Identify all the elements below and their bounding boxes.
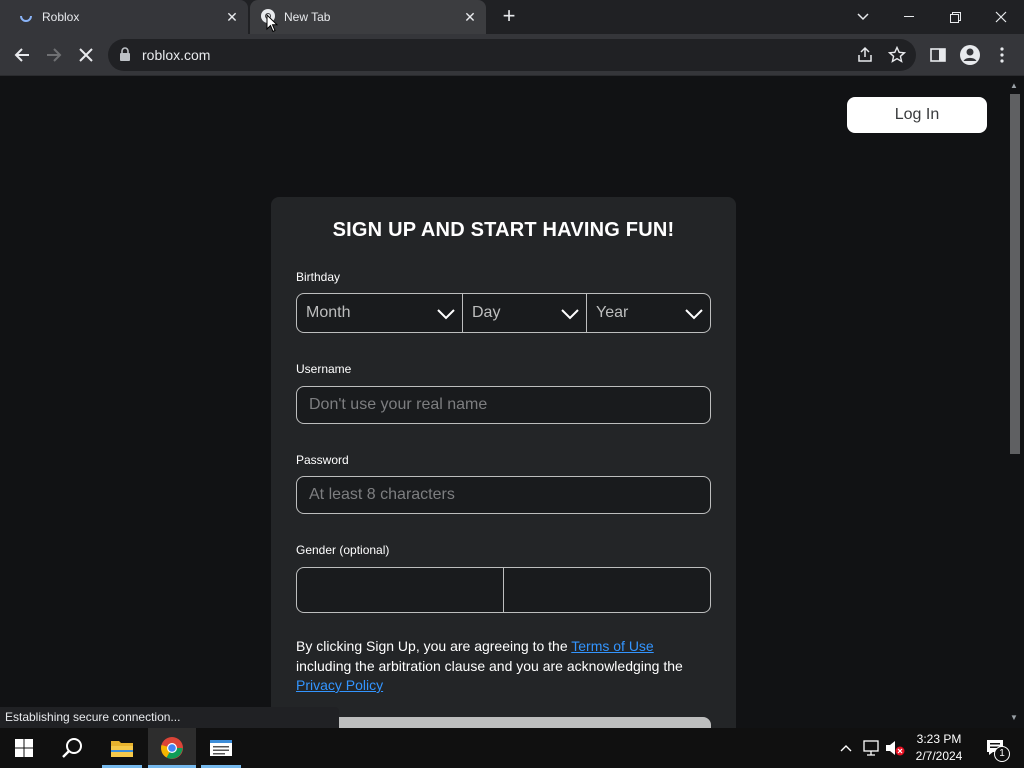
restore-button[interactable]: [932, 0, 978, 34]
signup-title: SIGN UP AND START HAVING FUN!: [332, 219, 675, 241]
legal-middle: including the arbitration clause and you…: [296, 657, 683, 674]
action-center-button[interactable]: 1: [978, 728, 1014, 768]
volume-muted-icon: [886, 741, 905, 756]
tab-title: New Tab: [284, 10, 331, 24]
password-label: Password: [296, 453, 349, 467]
tray-overflow-button[interactable]: [836, 728, 856, 768]
file-explorer-icon: [111, 741, 133, 757]
signup-card: SIGN UP AND START HAVING FUN! Birthday M…: [271, 197, 736, 728]
profile-button[interactable]: [956, 41, 984, 69]
new-tab-button[interactable]: +: [496, 5, 522, 29]
birthday-label: Birthday: [296, 270, 341, 284]
password-input[interactable]: [296, 476, 711, 514]
chrome-taskbar-button[interactable]: [148, 728, 196, 768]
day-select[interactable]: Day: [462, 294, 586, 332]
back-button[interactable]: [8, 41, 36, 69]
login-button[interactable]: Log In: [847, 97, 987, 133]
forward-arrow-icon: [47, 48, 62, 62]
tab-new-tab[interactable]: New Tab ✕: [250, 0, 486, 34]
terms-of-use-link[interactable]: Terms of Use: [571, 638, 653, 654]
chrome-icon: [161, 737, 183, 759]
username-label: Username: [296, 362, 352, 376]
taskbar-search-button[interactable]: [48, 728, 96, 768]
back-arrow-icon: [14, 48, 29, 62]
chevron-down-icon: [436, 304, 456, 329]
birthday-selects: Month Day Year: [296, 293, 711, 333]
address-bar[interactable]: roblox.com: [108, 39, 916, 71]
gender-selector: [296, 567, 711, 613]
notepad-icon: [210, 740, 232, 756]
gender-label: Gender (optional): [296, 543, 390, 557]
tab-title: Roblox: [42, 10, 80, 24]
side-panel-button[interactable]: [924, 41, 952, 69]
minimize-button[interactable]: [886, 0, 932, 34]
notification-count-badge: 1: [994, 746, 1010, 762]
clock-time: 3:23 PM: [916, 732, 962, 746]
scroll-thumb[interactable]: [1010, 94, 1020, 454]
gender-option-male[interactable]: [503, 568, 710, 612]
month-select[interactable]: Month: [297, 294, 462, 332]
stop-icon: [79, 48, 93, 62]
network-button[interactable]: [860, 728, 882, 768]
search-icon: [62, 738, 82, 758]
close-tab-icon[interactable]: ✕: [462, 9, 478, 25]
scroll-up-icon[interactable]: ▲: [1010, 81, 1018, 90]
tab-strip: Roblox ✕ New Tab ✕ +: [0, 0, 1024, 34]
gender-option-female[interactable]: [297, 568, 503, 612]
mouse-cursor-icon: [266, 13, 279, 38]
side-panel-icon: [930, 48, 946, 62]
stop-loading-button[interactable]: [72, 41, 100, 69]
start-button[interactable]: [0, 728, 48, 768]
chevron-up-icon: [840, 745, 852, 752]
close-window-button[interactable]: [978, 0, 1024, 34]
file-explorer-button[interactable]: [98, 728, 146, 768]
tab-search-button[interactable]: [840, 0, 886, 34]
page-scrollbar[interactable]: ▲ ▼: [1006, 77, 1024, 728]
legal-text: By clicking Sign Up, you are agreeing to…: [296, 637, 711, 696]
legal-prefix: By clicking Sign Up, you are agreeing to…: [296, 638, 568, 654]
year-select[interactable]: Year: [586, 294, 710, 332]
year-select-value: Year: [596, 304, 629, 321]
loading-spinner-icon: [18, 8, 34, 27]
bookmark-star-icon[interactable]: [887, 45, 907, 69]
browser-menu-button[interactable]: [988, 41, 1016, 69]
forward-button[interactable]: [40, 41, 68, 69]
username-input[interactable]: [296, 386, 711, 424]
chevron-down-icon: [560, 304, 580, 329]
profile-avatar-icon: [960, 45, 980, 65]
start-icon: [15, 739, 33, 757]
privacy-policy-link[interactable]: Privacy Policy: [296, 677, 383, 693]
network-icon: [863, 740, 879, 756]
clock-date: 2/7/2024: [915, 749, 963, 763]
notepad-button[interactable]: [197, 728, 245, 768]
day-select-value: Day: [472, 304, 501, 321]
windows-taskbar: 3:23 PM 2/7/2024 1: [0, 728, 1024, 768]
tab-roblox[interactable]: Roblox ✕: [0, 0, 248, 34]
url-text: roblox.com: [142, 47, 211, 63]
page-viewport: Log In SIGN UP AND START HAVING FUN! Bir…: [0, 77, 1006, 728]
taskbar-clock[interactable]: 3:23 PM 2/7/2024: [906, 731, 972, 765]
volume-button[interactable]: [884, 728, 906, 768]
close-tab-icon[interactable]: ✕: [224, 9, 240, 25]
status-bubble: Establishing secure connection...: [0, 707, 339, 728]
signup-button[interactable]: [296, 717, 711, 728]
scroll-down-icon[interactable]: ▼: [1010, 713, 1018, 722]
lock-icon[interactable]: [120, 47, 130, 66]
browser-toolbar: roblox.com: [0, 34, 1024, 76]
chevron-down-icon: [684, 304, 704, 329]
more-vert-icon: [1000, 47, 1004, 63]
share-icon[interactable]: [856, 46, 874, 69]
month-select-value: Month: [306, 304, 351, 321]
